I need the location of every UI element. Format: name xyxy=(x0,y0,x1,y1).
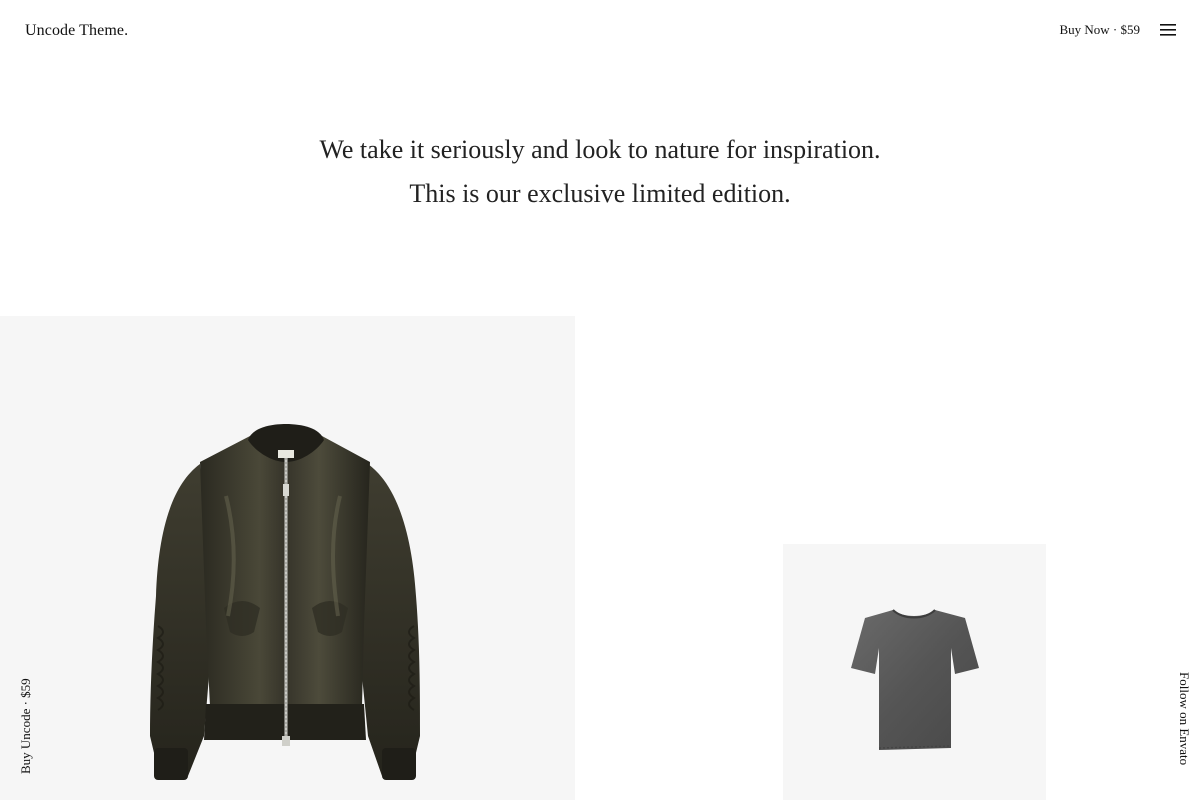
hero-text: We take it seriously and look to nature … xyxy=(0,128,1200,216)
page: Uncode Theme. Buy Now · $59 We take it s… xyxy=(0,0,1200,800)
hero-line-1: We take it seriously and look to nature … xyxy=(319,135,881,164)
bomber-jacket-image xyxy=(150,424,420,780)
side-follow-link[interactable]: Follow on Envato xyxy=(1176,672,1192,765)
product-card-jacket[interactable] xyxy=(0,316,575,800)
buy-now-link[interactable]: Buy Now · $59 xyxy=(1059,22,1140,38)
header-actions: Buy Now · $59 xyxy=(1059,22,1176,38)
grey-tshirt-image xyxy=(851,609,979,750)
side-buy-link[interactable]: Buy Uncode · $59 xyxy=(18,678,34,774)
hamburger-menu-icon[interactable] xyxy=(1160,23,1176,37)
product-card-tshirt[interactable] xyxy=(783,544,1046,800)
hero-line-2: This is our exclusive limited edition. xyxy=(409,179,791,208)
site-logo[interactable]: Uncode Theme. xyxy=(25,22,128,40)
